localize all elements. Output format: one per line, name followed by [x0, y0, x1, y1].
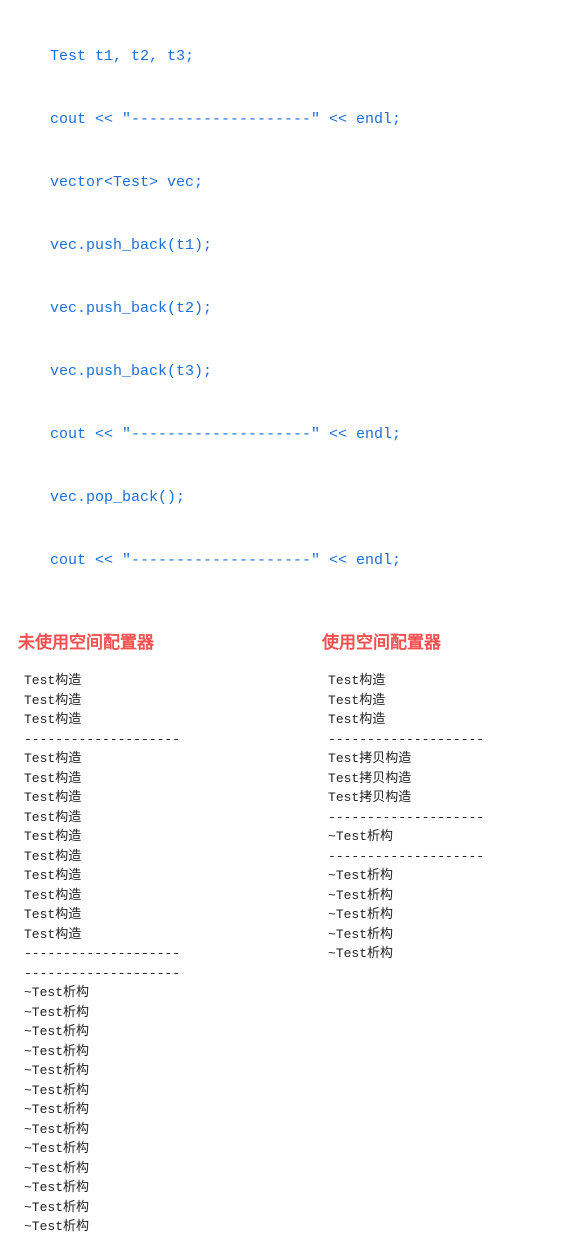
output-line: -------------------- [24, 964, 322, 984]
output-line: ~Test析构 [328, 827, 581, 847]
output-line: Test构造 [24, 886, 322, 906]
output-line: -------------------- [328, 847, 581, 867]
left-column: 未使用空间配置器 Test构造 Test构造 Test构造 ----------… [0, 628, 322, 1237]
output-line: Test拷贝构造 [328, 749, 581, 769]
output-line: ~Test析构 [24, 1139, 322, 1159]
output-line: -------------------- [24, 730, 322, 750]
output-line: Test构造 [24, 691, 322, 711]
right-column: 使用空间配置器 Test构造 Test构造 Test构造 -----------… [322, 628, 581, 1237]
output-columns: 未使用空间配置器 Test构造 Test构造 Test构造 ----------… [0, 598, 581, 1237]
code-line: vec.push_back(t1); [50, 235, 581, 256]
output-line: ~Test析构 [24, 1159, 322, 1179]
output-line: ~Test析构 [24, 1120, 322, 1140]
output-line: Test构造 [328, 710, 581, 730]
output-line: ~Test析构 [328, 886, 581, 906]
code-line: cout << "--------------------" << endl; [50, 550, 581, 571]
code-line: vector<Test> vec; [50, 172, 581, 193]
right-output: Test构造 Test构造 Test构造 -------------------… [322, 671, 581, 964]
output-line: ~Test析构 [328, 944, 581, 964]
left-title: 未使用空间配置器 [18, 628, 322, 653]
code-line: vec.push_back(t2); [50, 298, 581, 319]
output-line: ~Test析构 [24, 1100, 322, 1120]
output-line: Test构造 [24, 866, 322, 886]
output-line: ~Test析构 [24, 1022, 322, 1042]
output-line: Test构造 [24, 808, 322, 828]
output-line: ~Test析构 [24, 1061, 322, 1081]
output-line: Test构造 [24, 671, 322, 691]
code-line: Test t1, t2, t3; [50, 46, 581, 67]
output-line: Test拷贝构造 [328, 788, 581, 808]
output-line: Test构造 [328, 671, 581, 691]
output-line: ~Test析构 [24, 983, 322, 1003]
output-line: ~Test析构 [328, 905, 581, 925]
code-block: Test t1, t2, t3; cout << "--------------… [0, 0, 581, 598]
output-line: ~Test析构 [24, 1042, 322, 1062]
code-line: cout << "--------------------" << endl; [50, 109, 581, 130]
code-line: vec.pop_back(); [50, 487, 581, 508]
output-line: -------------------- [24, 944, 322, 964]
code-line: cout << "--------------------" << endl; [50, 424, 581, 445]
output-line: Test构造 [24, 847, 322, 867]
output-line: ~Test析构 [328, 866, 581, 886]
output-line: Test拷贝构造 [328, 769, 581, 789]
output-line: Test构造 [24, 827, 322, 847]
code-line: vec.push_back(t3); [50, 361, 581, 382]
output-line: -------------------- [328, 808, 581, 828]
output-line: ~Test析构 [24, 1178, 322, 1198]
output-line: Test构造 [24, 710, 322, 730]
output-line: ~Test析构 [328, 925, 581, 945]
output-line: ~Test析构 [24, 1198, 322, 1218]
right-title: 使用空间配置器 [322, 628, 581, 653]
output-line: Test构造 [24, 769, 322, 789]
left-output: Test构造 Test构造 Test构造 -------------------… [18, 671, 322, 1237]
output-line: ~Test析构 [24, 1081, 322, 1101]
output-line: Test构造 [24, 788, 322, 808]
output-line: Test构造 [24, 925, 322, 945]
output-line: Test构造 [24, 905, 322, 925]
output-line: Test构造 [24, 749, 322, 769]
output-line: ~Test析构 [24, 1217, 322, 1237]
output-line: -------------------- [328, 730, 581, 750]
output-line: ~Test析构 [24, 1003, 322, 1023]
output-line: Test构造 [328, 691, 581, 711]
